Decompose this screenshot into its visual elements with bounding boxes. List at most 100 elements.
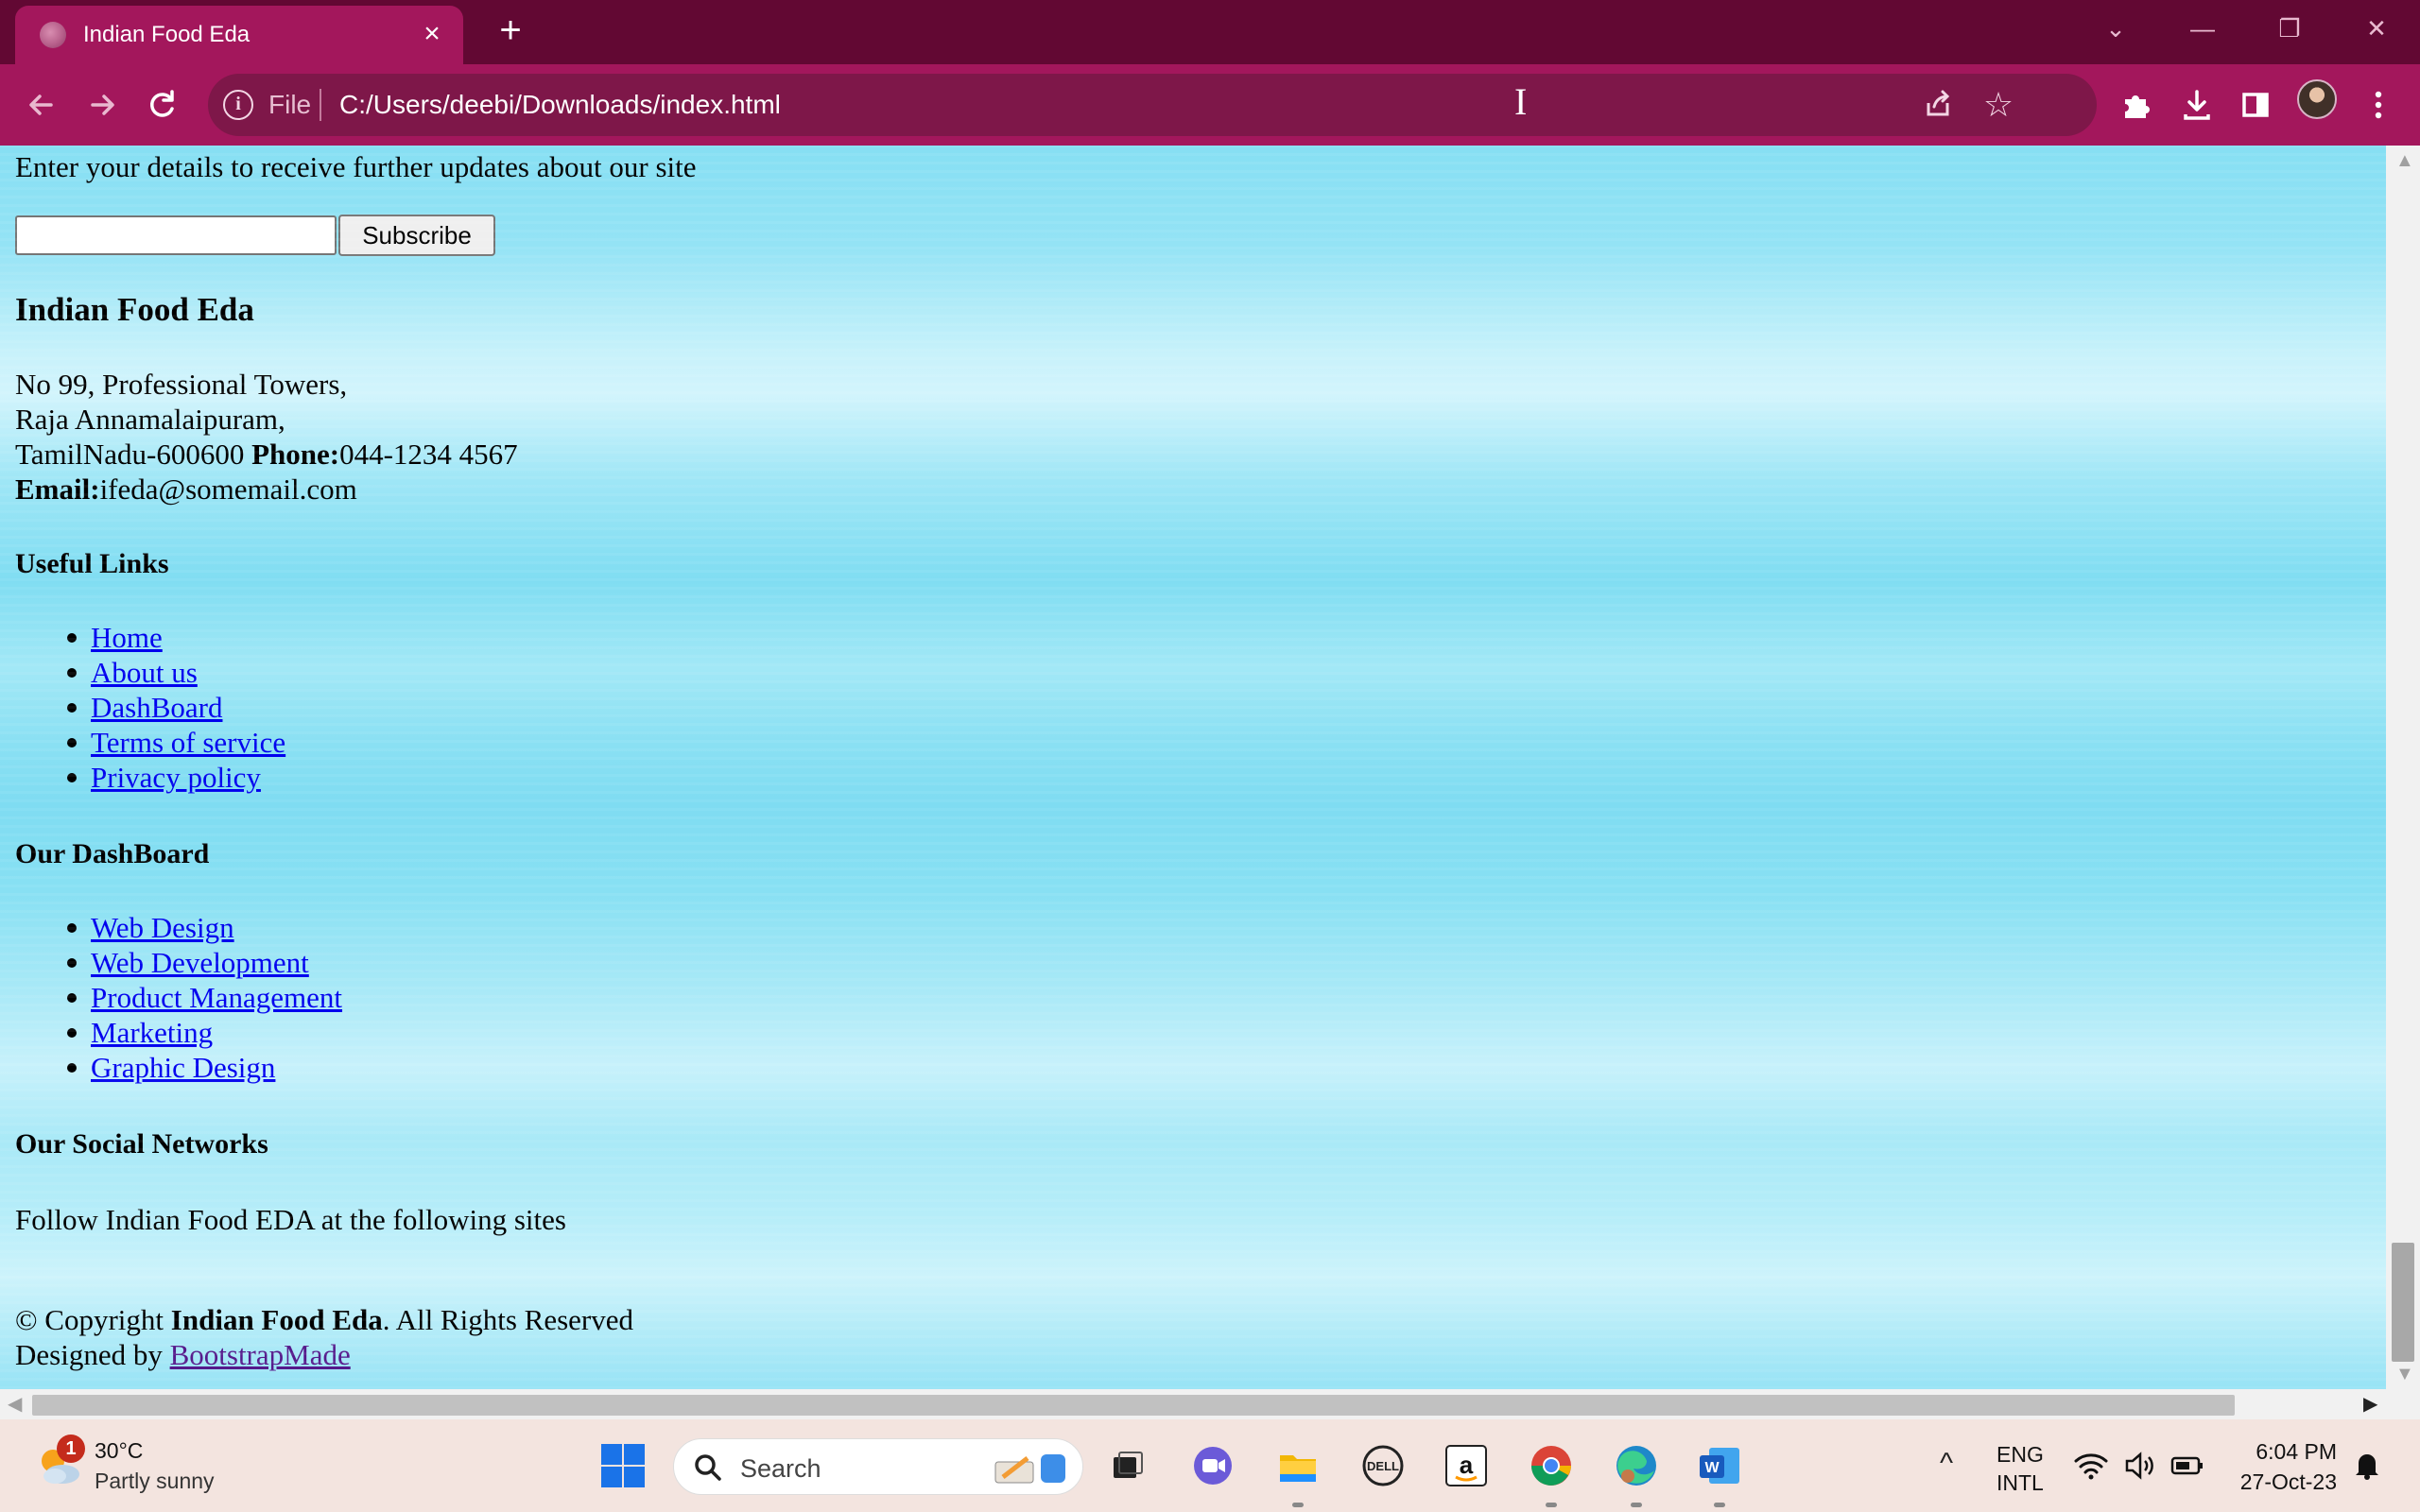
list-item: Graphic Design [66,1050,342,1085]
link-web-design[interactable]: Web Design [91,911,234,944]
link-marketing[interactable]: Marketing [91,1016,213,1049]
address-line-3: TamilNadu-600600 Phone:044-1234 4567 [15,437,518,472]
volume-icon[interactable] [2121,1442,2159,1489]
weather-condition[interactable]: Partly sunny [95,1469,215,1494]
language-code: ENG [1996,1442,2044,1467]
link-home[interactable]: Home [91,621,163,654]
browser-toolbar: i File C:/Users/deebi/Downloads/index.ht… [0,64,2420,146]
scroll-right-icon[interactable]: ▶ [2363,1395,2377,1414]
reload-icon[interactable] [138,80,187,129]
minimize-icon[interactable]: — [2174,8,2231,49]
link-terms[interactable]: Terms of service [91,726,285,759]
address-scheme: File [268,90,312,119]
running-indicator [1631,1503,1642,1507]
weather-badge: 1 [57,1435,85,1463]
running-indicator [1292,1503,1304,1507]
restore-icon[interactable]: ❐ [2261,8,2318,49]
file-explorer-icon[interactable] [1274,1442,1322,1489]
dell-icon[interactable]: DELL [1359,1442,1407,1489]
horizontal-scroll-thumb[interactable] [32,1395,2235,1416]
weather-temperature[interactable]: 30°C [95,1438,143,1464]
link-graphic-design[interactable]: Graphic Design [91,1051,275,1084]
edge-icon[interactable] [1613,1442,1660,1489]
tab-title: Indian Food Eda [83,22,251,47]
designed-by-label: Designed by [15,1338,170,1371]
address-line-1: No 99, Professional Towers, [15,368,348,401]
link-privacy[interactable]: Privacy policy [91,761,261,794]
star-icon[interactable]: ☆ [1974,80,2023,129]
tab-close-icon[interactable]: × [416,18,448,50]
tab-search-chevron-icon[interactable]: ⌄ [2087,8,2144,49]
link-web-development[interactable]: Web Development [91,946,309,979]
teams-chat-icon[interactable] [1189,1442,1236,1489]
list-item: Home [66,620,285,655]
show-hidden-icons-chevron-icon[interactable]: ^ [1940,1448,1953,1480]
kebab-menu-icon[interactable] [2354,80,2403,129]
tab-strip: Indian Food Eda × + ⌄ — ❐ ✕ [0,0,2420,64]
text-cursor-icon: I [1514,80,1528,123]
puzzle-icon[interactable] [2112,80,2161,129]
share-icon[interactable] [1913,80,1962,129]
dashboard-links-list: Web Design Web Development Product Manag… [66,910,342,1085]
word-icon[interactable]: W [1696,1442,1743,1489]
vertical-scroll-thumb[interactable] [2392,1243,2414,1362]
window-close-icon[interactable]: ✕ [2348,8,2405,49]
email-subscribe-input[interactable] [15,215,337,255]
chrome-icon[interactable] [1528,1442,1575,1489]
running-indicator [1714,1503,1725,1507]
scroll-left-icon[interactable]: ◀ [8,1395,22,1414]
svg-text:W: W [1704,1460,1720,1476]
link-product-management[interactable]: Product Management [91,981,342,1014]
scrollbar-corner [2386,1389,2420,1419]
social-heading: Our Social Networks [15,1128,268,1160]
windows-taskbar: 1 30°C Partly sunny Search DELL a W ^ EN… [0,1419,2420,1512]
useful-links-list: Home About us DashBoard Terms of service… [66,620,285,795]
copyright-line: © Copyright Indian Food Eda. All Rights … [15,1302,633,1337]
list-item: Web Design [66,910,342,945]
input-language[interactable]: ENG INTL [1996,1440,2044,1497]
profile-avatar[interactable] [2297,79,2337,119]
browser-tab[interactable]: Indian Food Eda × [15,6,463,64]
link-bootstrapmade[interactable]: BootstrapMade [170,1338,351,1371]
search-placeholder: Search [740,1454,821,1483]
windows-start-icon[interactable] [601,1444,645,1487]
svg-text:DELL: DELL [1367,1459,1399,1473]
side-panel-icon[interactable] [2231,80,2280,129]
wifi-icon[interactable] [2072,1442,2110,1489]
email-label: Email: [15,472,100,506]
site-info-icon[interactable]: i [223,90,253,120]
dashboard-heading: Our DashBoard [15,838,210,869]
page-viewport: Enter your details to receive further up… [0,146,2386,1389]
link-about-us[interactable]: About us [91,656,198,689]
address-line-2: Raja Annamalaipuram, [15,403,285,436]
address-url[interactable]: C:/Users/deebi/Downloads/index.html [339,90,781,120]
subscribe-button[interactable]: Subscribe [338,215,495,256]
address-bar[interactable]: i File C:/Users/deebi/Downloads/index.ht… [208,74,2097,136]
arrow-left-icon[interactable] [17,80,66,129]
search-highlight-icon [990,1447,1071,1488]
notification-bell-icon[interactable] [2350,1448,2384,1482]
arrow-right-icon[interactable] [78,80,127,129]
link-dashboard[interactable]: DashBoard [91,691,222,724]
clock[interactable]: 6:04 PM 27-Oct-23 [2233,1436,2337,1497]
social-text: Follow Indian Food EDA at the following … [15,1203,566,1236]
taskbar-search[interactable]: Search [673,1438,1083,1495]
vertical-scrollbar[interactable]: ▲ ▼ [2386,146,2420,1389]
svg-text:a: a [1460,1451,1474,1479]
task-view-icon[interactable] [1104,1442,1151,1489]
amazon-icon[interactable]: a [1443,1442,1490,1489]
subscribe-prompt: Enter your details to receive further up… [15,150,697,183]
new-tab-icon[interactable]: + [492,11,529,49]
scroll-down-icon[interactable]: ▼ [2395,1365,2414,1383]
battery-icon[interactable] [2169,1442,2206,1489]
running-indicator [1546,1503,1557,1507]
horizontal-scrollbar[interactable]: ◀ ▶ [0,1389,2386,1419]
clock-date: 27-Oct-23 [2239,1469,2337,1494]
search-icon [691,1451,725,1485]
scroll-up-icon[interactable]: ▲ [2395,151,2414,170]
download-icon[interactable] [2172,80,2221,129]
copyright-name: Indian Food Eda [170,1303,383,1336]
copyright-prefix: © Copyright [15,1303,171,1336]
list-item: Product Management [66,980,342,1015]
list-item: Privacy policy [66,760,285,795]
